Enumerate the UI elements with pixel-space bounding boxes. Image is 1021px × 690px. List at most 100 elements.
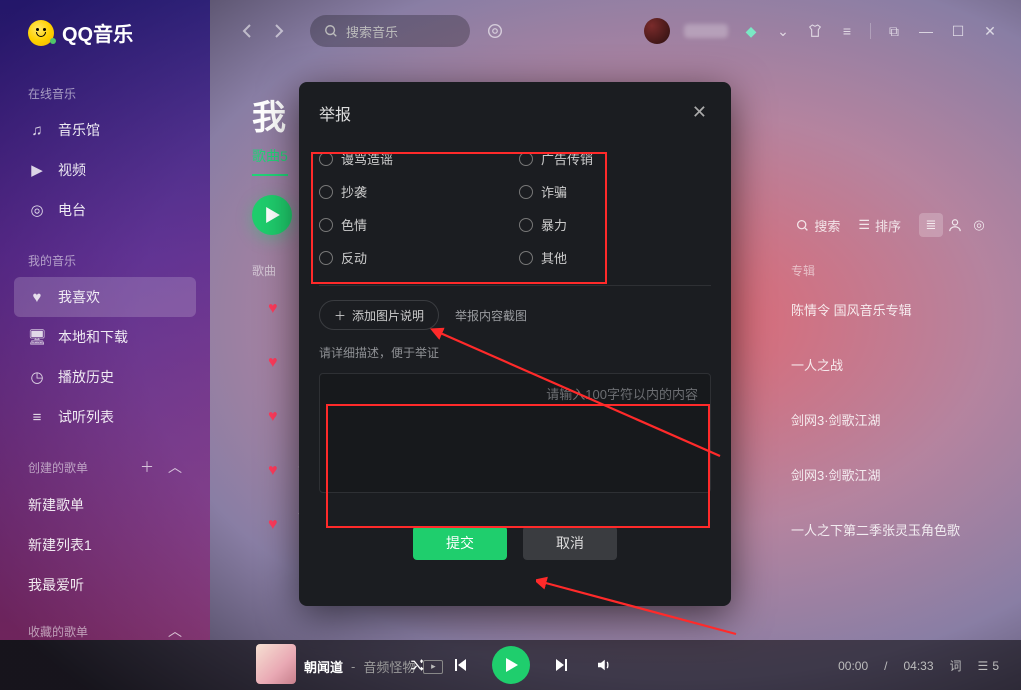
report-help-text: 请详细描述，便于举证 xyxy=(299,340,731,373)
report-reason-option[interactable]: 其他 xyxy=(519,248,711,267)
close-icon[interactable]: ✕ xyxy=(688,98,711,127)
reason-label: 谩骂造谣 xyxy=(341,149,393,168)
qq-music-logo-icon xyxy=(28,20,54,46)
radio-icon xyxy=(519,218,533,232)
sidebar-item-music-hall[interactable]: ♫ 音乐馆 xyxy=(0,110,210,150)
report-reason-option[interactable]: 诈骗 xyxy=(519,182,711,201)
monitor-icon: 🖥 xyxy=(28,328,46,346)
reason-label: 色情 xyxy=(341,215,367,234)
sidebar-item-label: 我喜欢 xyxy=(58,287,100,307)
sidebar-item-preview-list[interactable]: ≡ 试听列表 xyxy=(0,397,210,437)
screenshot-link[interactable]: 举报内容截图 xyxy=(455,307,527,324)
radio-icon xyxy=(319,218,333,232)
created-playlist-item[interactable]: 我最爱听 xyxy=(0,565,210,605)
volume-button[interactable] xyxy=(594,655,614,675)
user-avatar[interactable] xyxy=(644,18,670,44)
sidebar-item-label: 视频 xyxy=(58,160,86,180)
lyrics-button[interactable]: 词 xyxy=(950,657,962,674)
radio-icon xyxy=(319,251,333,265)
report-reason-option[interactable]: 色情 xyxy=(319,215,511,234)
collapse-icon[interactable]: ︿ xyxy=(168,621,182,641)
sidebar-item-label: 试听列表 xyxy=(58,407,114,427)
sidebar-item-label: 电台 xyxy=(58,200,86,220)
radio-icon: ◎ xyxy=(28,201,46,219)
radio-icon xyxy=(519,251,533,265)
player-controls xyxy=(408,646,614,684)
collapse-icon[interactable]: ︿ xyxy=(168,457,182,477)
mini-mode-icon[interactable]: ⧉ xyxy=(885,22,903,40)
radio-icon xyxy=(519,185,533,199)
user-name-obscured xyxy=(684,24,728,38)
reason-label: 诈骗 xyxy=(541,182,567,201)
nav-back-button[interactable] xyxy=(232,16,262,46)
queue-icon: ☰ xyxy=(978,659,989,673)
sidebar-item-favorites[interactable]: ♥ 我喜欢 xyxy=(14,277,196,317)
time-current: 00:00 xyxy=(838,659,868,673)
created-playlist-item[interactable]: 新建歌单 xyxy=(0,485,210,525)
chevron-down-icon[interactable]: ⌄ xyxy=(774,22,792,40)
report-modal: 举报 ✕ 谩骂造谣 广告传销 抄袭 诈骗 色情 暴力 反动 其他 ＋ 添加图片说… xyxy=(299,82,731,606)
report-reason-option[interactable]: 谩骂造谣 xyxy=(319,149,511,168)
window-close-button[interactable]: ✕ xyxy=(981,22,999,40)
sidebar-item-label: 本地和下载 xyxy=(58,327,128,347)
report-reason-option[interactable]: 广告传销 xyxy=(519,149,711,168)
radio-icon xyxy=(319,152,333,166)
sidebar-item-video[interactable]: ▶ 视频 xyxy=(0,150,210,190)
sidebar-item-radio[interactable]: ◎ 电台 xyxy=(0,190,210,230)
skin-icon[interactable] xyxy=(806,22,824,40)
nav-forward-button[interactable] xyxy=(264,16,294,46)
topbar-right: ◆ ⌄ ≡ ⧉ ― ☐ ✕ xyxy=(644,18,999,44)
playlist-label: 新建歌单 xyxy=(28,495,84,515)
queue-button[interactable]: ☰5 xyxy=(978,659,999,673)
playlist-label: 新建列表1 xyxy=(28,535,92,555)
report-reason-option[interactable]: 暴力 xyxy=(519,215,711,234)
section-collected-label: 收藏的歌单 xyxy=(28,623,88,640)
player-right: 00:00 / 04:33 词 ☰5 xyxy=(838,657,999,674)
clock-icon: ◷ xyxy=(28,368,46,386)
window-minimize-button[interactable]: ― xyxy=(917,22,935,40)
previous-button[interactable] xyxy=(450,655,470,675)
playlist-label: 我最爱听 xyxy=(28,575,84,595)
created-playlist-item[interactable]: 新建列表1 xyxy=(0,525,210,565)
playlist-icon: ≡ xyxy=(28,408,46,426)
sidebar-item-label: 播放历史 xyxy=(58,367,114,387)
add-image-button[interactable]: ＋ 添加图片说明 xyxy=(319,300,439,330)
time-total: 04:33 xyxy=(904,659,934,673)
sidebar-section-mine: 我的音乐 xyxy=(0,246,210,277)
track-thumbnail[interactable] xyxy=(256,644,296,684)
submit-button[interactable]: 提交 xyxy=(413,526,507,560)
window-maximize-button[interactable]: ☐ xyxy=(949,22,967,40)
play-button[interactable] xyxy=(492,646,530,684)
reason-label: 暴力 xyxy=(541,215,567,234)
video-icon: ▶ xyxy=(28,161,46,179)
report-reason-option[interactable]: 抄袭 xyxy=(319,182,511,201)
sidebar-item-local-downloads[interactable]: 🖥 本地和下载 xyxy=(0,317,210,357)
reason-label: 其他 xyxy=(541,248,567,267)
vip-diamond-icon[interactable]: ◆ xyxy=(742,22,760,40)
app-logo[interactable]: QQ音乐 xyxy=(0,18,210,47)
add-image-label: 添加图片说明 xyxy=(352,307,424,324)
radio-icon xyxy=(519,152,533,166)
listen-identify-icon[interactable] xyxy=(484,20,506,42)
report-reason-grid: 谩骂造谣 广告传销 抄袭 诈骗 色情 暴力 反动 其他 xyxy=(319,143,711,273)
sidebar-item-label: 音乐馆 xyxy=(58,120,100,140)
search-icon xyxy=(324,24,338,38)
cancel-button[interactable]: 取消 xyxy=(523,526,617,560)
reason-label: 抄袭 xyxy=(341,182,367,201)
next-button[interactable] xyxy=(552,655,572,675)
report-description-input[interactable] xyxy=(319,373,711,493)
menu-icon[interactable]: ≡ xyxy=(838,22,856,40)
divider xyxy=(870,23,871,39)
report-reason-option[interactable]: 反动 xyxy=(319,248,511,267)
add-playlist-icon[interactable]: ＋ xyxy=(140,457,154,477)
search-input[interactable]: 搜索音乐 xyxy=(310,15,470,47)
sidebar-section-online: 在线音乐 xyxy=(0,79,210,110)
app-name: QQ音乐 xyxy=(62,18,133,47)
track-name[interactable]: 朝闻道 xyxy=(304,657,343,676)
shuffle-button[interactable] xyxy=(408,655,428,675)
heart-icon: ♥ xyxy=(28,288,46,306)
sidebar-item-history[interactable]: ◷ 播放历史 xyxy=(0,357,210,397)
player-bar: 朝闻道 - 音频怪物 ▸ 00:00 / 04:33 词 ☰5 xyxy=(0,640,1021,690)
section-created-label: 创建的歌单 xyxy=(28,459,88,476)
sidebar-section-created: 创建的歌单 ＋ ︿ xyxy=(0,451,210,485)
